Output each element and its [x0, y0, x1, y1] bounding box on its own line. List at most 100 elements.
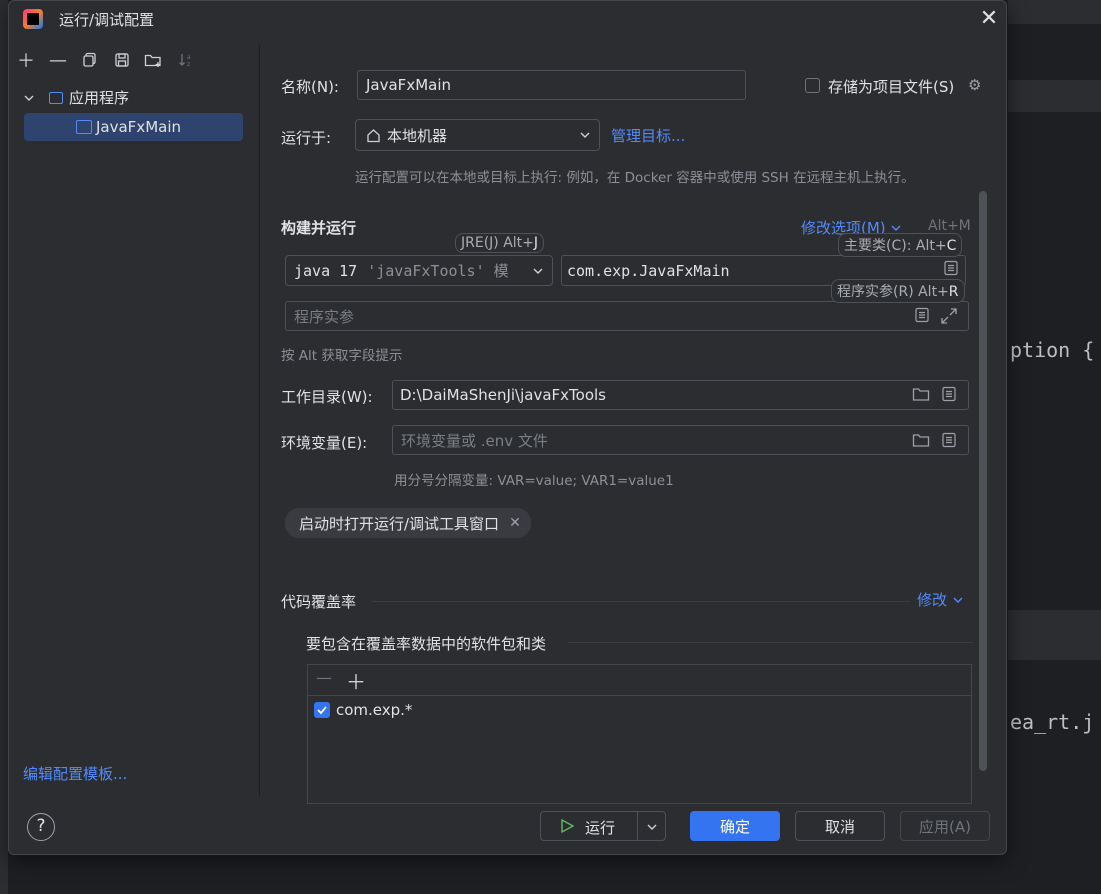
- checkbox-checked[interactable]: [314, 702, 330, 718]
- alt-field-hint: 按 Alt 获取字段提示: [281, 348, 403, 364]
- coverage-subtitle: 要包含在覆盖率数据中的软件包和类: [306, 635, 547, 653]
- save-icon[interactable]: [109, 47, 135, 73]
- program-arguments-placeholder: 程序实参: [294, 307, 355, 326]
- coverage-package-list: — ＋ com.exp.*: [307, 664, 972, 804]
- coverage-list-item[interactable]: com.exp.*: [314, 701, 412, 719]
- separator: [372, 601, 910, 602]
- main-class-shortcut-key: C: [946, 238, 957, 254]
- copy-icon[interactable]: [77, 47, 103, 73]
- folder-icon[interactable]: [912, 386, 930, 406]
- tree-item-label: JavaFxMain: [96, 118, 181, 136]
- environment-variables-input[interactable]: 环境变量或 .env 文件: [392, 425, 969, 455]
- jre-shortcut-text: JRE(J) Alt+: [461, 235, 534, 251]
- name-value: JavaFxMain: [366, 76, 451, 94]
- working-directory-value: D:\DaiMaShenJi\javaFxTools: [400, 386, 606, 404]
- apply-button[interactable]: 应用(A): [900, 811, 990, 841]
- environment-variables-label: 环境变量(E):: [281, 434, 368, 452]
- main-class-shortcut-text: 主要类(C): Alt+: [844, 238, 947, 254]
- modify-options-shortcut: Alt+M: [928, 218, 971, 234]
- dialog-title: 运行/调试配置: [59, 11, 155, 29]
- configuration-form: 名称(N): JavaFxMain 存储为项目文件(S) ⚙ 运行于: 本地机器…: [260, 45, 1006, 804]
- background-code-text: ption {: [1010, 338, 1095, 362]
- cancel-button[interactable]: 取消: [795, 811, 885, 841]
- run-on-select[interactable]: 本地机器: [355, 119, 600, 151]
- intellij-app-icon: [23, 9, 43, 29]
- run-on-value: 本地机器: [387, 126, 448, 145]
- chip-label: 启动时打开运行/调试工具窗口: [299, 514, 500, 533]
- tree-node-application[interactable]: 应用程序: [23, 87, 129, 108]
- store-as-project-file-checkbox[interactable]: [805, 78, 820, 93]
- coverage-modify-label: 修改: [917, 591, 948, 609]
- jre-value: java 17: [294, 261, 358, 280]
- run-button-label: 运行: [585, 819, 616, 837]
- tree-node-label: 应用程序: [69, 89, 130, 107]
- application-icon: [49, 91, 63, 104]
- browse-list-icon[interactable]: [941, 386, 957, 406]
- chevron-down-icon[interactable]: [646, 821, 658, 833]
- jre-shortcut-hint: JRE(J) Alt+J: [455, 233, 545, 253]
- tree-item-javafxmain[interactable]: JavaFxMain: [24, 113, 243, 141]
- jre-module-text: 'javaFxTools' 模: [367, 262, 509, 280]
- chevron-down-icon: [953, 597, 963, 603]
- background-stripe: [1008, 80, 1101, 112]
- main-class-value: com.exp.JavaFxMain: [567, 261, 730, 280]
- background-topbar: [1008, 0, 1101, 24]
- remove-icon[interactable]: —: [316, 668, 332, 687]
- background-stripe: [1008, 610, 1101, 660]
- title-bar: 运行/调试配置 ✕: [9, 1, 1006, 39]
- program-arguments-shortcut-key: R: [948, 284, 959, 300]
- tree-toolbar: ＋ — az: [13, 45, 199, 75]
- svg-text:a: a: [187, 54, 191, 61]
- chevron-down-icon: [891, 225, 901, 231]
- chevron-down-icon: [533, 268, 543, 274]
- program-arguments-shortcut-text: 程序实参(R) Alt+: [837, 284, 949, 300]
- browse-list-icon[interactable]: [914, 307, 930, 327]
- play-icon: [561, 818, 575, 834]
- home-icon: [367, 128, 380, 142]
- run-debug-configurations-dialog: 运行/调试配置 ✕ ＋ — az 应用程序 JavaFxMain 编辑配置模板.…: [8, 0, 1007, 855]
- help-button[interactable]: ?: [27, 813, 55, 841]
- close-icon[interactable]: ✕: [977, 7, 1001, 31]
- coverage-item-label: com.exp.*: [336, 701, 413, 719]
- gear-icon[interactable]: ⚙: [968, 76, 981, 94]
- browse-list-icon[interactable]: [941, 432, 957, 452]
- working-directory-input[interactable]: D:\DaiMaShenJi\javaFxTools: [392, 380, 969, 410]
- coverage-modify-link[interactable]: 修改: [917, 589, 964, 610]
- jre-select[interactable]: java 17 'javaFxTools' 模: [285, 255, 553, 286]
- browse-list-icon[interactable]: [943, 260, 959, 280]
- close-icon[interactable]: ✕: [509, 515, 521, 531]
- manage-targets-link[interactable]: 管理目标...: [611, 125, 685, 146]
- jre-shortcut-key: J: [533, 235, 539, 251]
- code-coverage-title: 代码覆盖率: [281, 593, 357, 611]
- coverage-list-toolbar: — ＋: [308, 665, 971, 696]
- folder-icon[interactable]: [912, 432, 930, 452]
- application-icon: [76, 120, 92, 134]
- program-arguments-input[interactable]: 程序实参: [285, 301, 969, 331]
- environment-variables-placeholder: 环境变量或 .env 文件: [401, 431, 548, 450]
- working-directory-label: 工作目录(W):: [281, 388, 373, 406]
- name-label: 名称(N):: [281, 78, 339, 96]
- scrollbar[interactable]: [979, 191, 987, 771]
- chevron-down-icon[interactable]: [23, 92, 35, 104]
- name-input[interactable]: JavaFxMain: [357, 70, 746, 100]
- open-run-tool-window-chip[interactable]: 启动时打开运行/调试工具窗口 ✕: [285, 508, 531, 538]
- ok-button[interactable]: 确定: [690, 811, 780, 841]
- run-on-hint: 运行配置可以在本地或目标上执行: 例如，在 Docker 容器中或使用 SSH …: [355, 170, 915, 186]
- configuration-tree-panel: ＋ — az 应用程序 JavaFxMain 编辑配置模板...: [9, 45, 260, 797]
- add-icon[interactable]: ＋: [13, 47, 39, 73]
- store-as-project-file-label: 存储为项目文件(S): [828, 78, 955, 96]
- new-folder-icon[interactable]: [141, 47, 167, 73]
- edit-configuration-templates-link[interactable]: 编辑配置模板...: [23, 763, 127, 784]
- program-arguments-shortcut-hint: 程序实参(R) Alt+R: [831, 279, 965, 303]
- remove-icon[interactable]: —: [45, 47, 71, 73]
- main-class-shortcut-hint: 主要类(C): Alt+C: [838, 233, 963, 257]
- expand-icon[interactable]: [940, 307, 958, 329]
- background-left-strip: [0, 0, 8, 894]
- separator: [568, 642, 973, 643]
- divider: [637, 812, 638, 840]
- run-button[interactable]: 运行: [540, 811, 666, 841]
- sort-icon[interactable]: az: [173, 47, 199, 73]
- background-code-text: ea_rt.j: [1010, 710, 1095, 734]
- dialog-footer: ? 运行 确定 取消 应用(A): [9, 797, 1006, 855]
- add-icon[interactable]: ＋: [346, 666, 366, 695]
